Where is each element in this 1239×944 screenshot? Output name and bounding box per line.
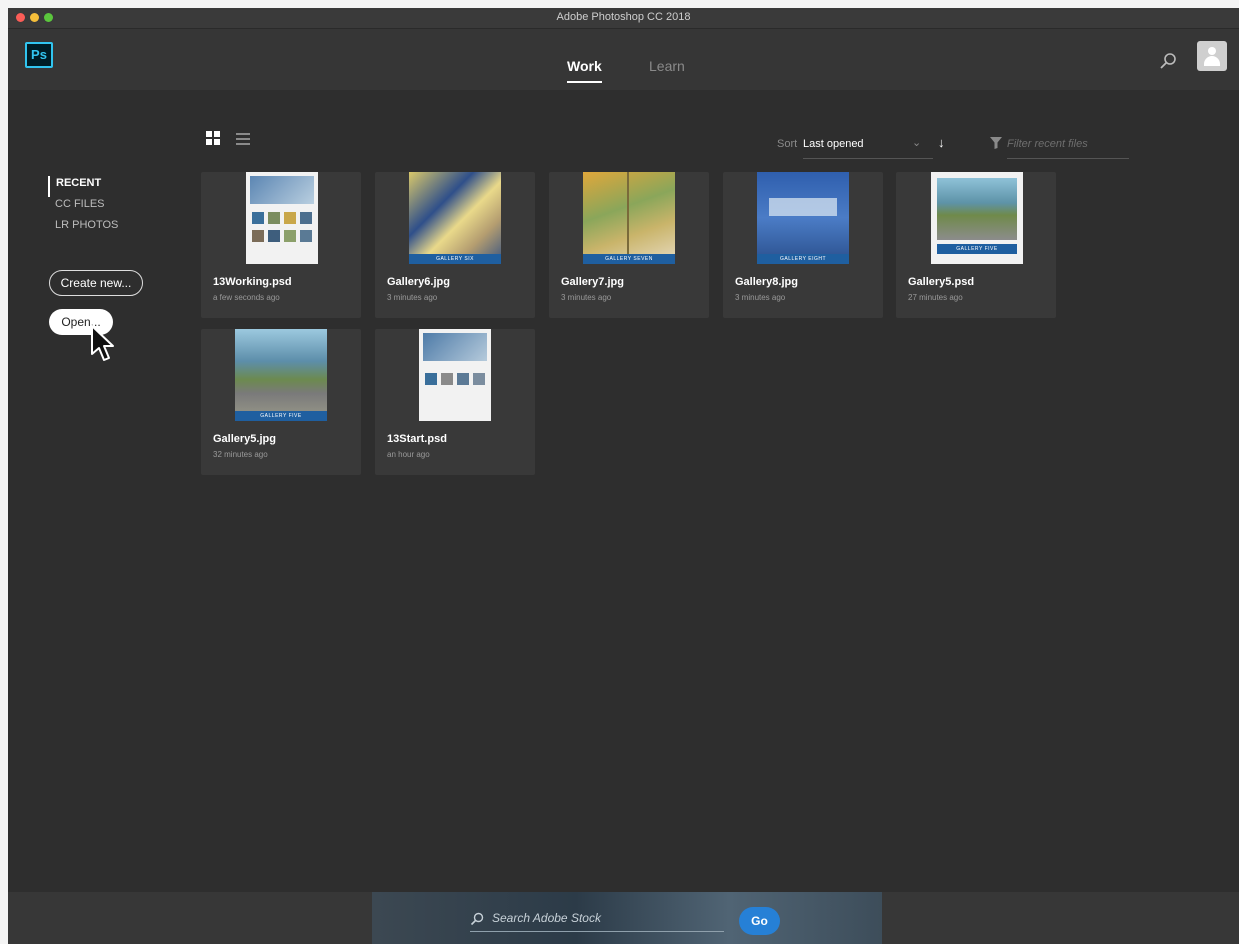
sidebar-item-recent[interactable]: RECENT (48, 176, 118, 197)
file-name: Gallery5.psd (908, 276, 975, 288)
filter-input[interactable]: Filter recent files (1007, 138, 1129, 159)
thumbnail-banner: GALLERY SEVEN (583, 254, 675, 264)
grid-view-icon[interactable] (206, 131, 220, 145)
search-icon (470, 912, 484, 926)
file-time: 3 minutes ago (735, 293, 786, 302)
file-thumbnail: GALLERY FIVE (201, 329, 361, 423)
photoshop-window: Adobe Photoshop CC 2018 Ps Work Learn RE… (8, 8, 1239, 944)
sidebar-item-cc-files[interactable]: CC FILES (48, 197, 118, 218)
sort-direction-arrow-icon[interactable]: ↓ (938, 135, 945, 150)
thumbnail-banner: GALLERY FIVE (235, 411, 327, 421)
file-name: Gallery6.jpg (387, 276, 450, 288)
sort-dropdown[interactable]: Last opened (803, 138, 864, 150)
file-thumbnail (375, 329, 535, 423)
tab-work[interactable]: Work (567, 58, 602, 83)
chevron-down-icon[interactable]: ⌄ (912, 136, 921, 149)
file-thumbnail: GALLERY SEVEN (549, 172, 709, 266)
recent-file-card[interactable]: 13Working.psd a few seconds ago (201, 172, 361, 318)
title-bar: Adobe Photoshop CC 2018 (8, 8, 1239, 29)
recent-file-card[interactable]: GALLERY FIVE Gallery5.psd 27 minutes ago (896, 172, 1056, 318)
file-time: 3 minutes ago (561, 293, 612, 302)
recent-file-card[interactable]: GALLERY EIGHT Gallery8.jpg 3 minutes ago (723, 172, 883, 318)
tab-learn[interactable]: Learn (649, 58, 685, 74)
file-time: 3 minutes ago (387, 293, 438, 302)
list-view-icon[interactable] (236, 133, 250, 145)
adobe-stock-search-bar: Search Adobe Stock Go (8, 892, 1239, 944)
window-title: Adobe Photoshop CC 2018 (556, 11, 691, 23)
filter-icon (990, 137, 1002, 149)
search-icon[interactable] (1158, 51, 1178, 71)
stock-go-button[interactable]: Go (739, 907, 780, 935)
recent-file-card[interactable]: 13Start.psd an hour ago (375, 329, 535, 475)
app-header: Ps Work Learn (8, 29, 1239, 90)
user-avatar-icon[interactable] (1197, 41, 1227, 71)
create-new-button[interactable]: Create new... (49, 270, 143, 296)
file-name: 13Start.psd (387, 433, 447, 445)
sort-dropdown-underline (803, 158, 933, 159)
thumbnail-banner: GALLERY FIVE (937, 244, 1017, 254)
file-thumbnail: GALLERY EIGHT (723, 172, 883, 266)
file-time: a few seconds ago (213, 293, 280, 302)
file-thumbnail: GALLERY SIX (375, 172, 535, 266)
stock-search-input[interactable]: Search Adobe Stock (470, 911, 724, 932)
file-name: Gallery7.jpg (561, 276, 624, 288)
recent-file-card[interactable]: GALLERY FIVE Gallery5.jpg 32 minutes ago (201, 329, 361, 475)
sidebar-item-lr-photos[interactable]: LR PHOTOS (48, 218, 118, 239)
file-thumbnail (201, 172, 361, 266)
file-time: 27 minutes ago (908, 293, 963, 302)
sort-label: Sort (777, 138, 798, 150)
file-name: 13Working.psd (213, 276, 292, 288)
recent-file-card[interactable]: GALLERY SIX Gallery6.jpg 3 minutes ago (375, 172, 535, 318)
sidebar-nav: RECENT CC FILES LR PHOTOS (48, 176, 118, 239)
file-name: Gallery5.jpg (213, 433, 276, 445)
photoshop-logo: Ps (25, 42, 53, 68)
thumbnail-banner: GALLERY EIGHT (757, 254, 849, 264)
stock-search-placeholder: Search Adobe Stock (492, 911, 601, 925)
file-thumbnail: GALLERY FIVE (896, 172, 1056, 266)
mouse-pointer-icon (91, 325, 114, 361)
recent-file-card[interactable]: GALLERY SEVEN Gallery7.jpg 3 minutes ago (549, 172, 709, 318)
thumbnail-banner: GALLERY SIX (409, 254, 501, 264)
file-name: Gallery8.jpg (735, 276, 798, 288)
file-time: 32 minutes ago (213, 450, 268, 459)
file-time: an hour ago (387, 450, 430, 459)
